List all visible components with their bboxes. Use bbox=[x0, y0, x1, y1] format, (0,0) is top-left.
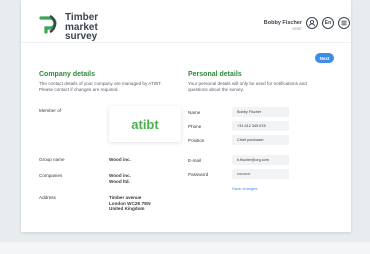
group-name-label: Group name bbox=[39, 157, 65, 162]
email-label: E-mail bbox=[188, 158, 202, 163]
main-card: Timber market survey Bobby Fischer ATIBT… bbox=[21, 0, 351, 232]
personal-details-title: Personal details bbox=[188, 71, 242, 78]
member-of-label: Member of bbox=[39, 108, 61, 113]
header-divider bbox=[21, 42, 351, 43]
user-company: ATIBT bbox=[292, 27, 302, 31]
phone-label: Phone bbox=[188, 124, 202, 129]
member-logo-text: atibt bbox=[131, 116, 159, 132]
personal-details-description: Your personal details will only be used … bbox=[188, 81, 307, 92]
company-item: Wood inc. bbox=[109, 173, 131, 178]
brand-name: Timber market survey bbox=[65, 13, 98, 42]
name-label: Name bbox=[188, 110, 201, 115]
address-label: Address bbox=[39, 195, 56, 200]
company-item: Wood ltd. bbox=[109, 178, 130, 184]
next-button[interactable]: Next bbox=[315, 53, 334, 63]
password-label: Password bbox=[188, 172, 209, 177]
footer-strip bbox=[0, 242, 370, 254]
address-line: United Kingdom bbox=[109, 206, 145, 211]
menu-icon[interactable] bbox=[338, 17, 350, 29]
language-button[interactable]: En bbox=[322, 17, 334, 29]
save-changes-link[interactable]: Save changes bbox=[232, 186, 257, 191]
brand-name-line3: survey bbox=[65, 31, 98, 42]
user-name: Bobby Fischer bbox=[263, 20, 302, 26]
member-logo: atibt bbox=[109, 106, 181, 142]
language-label: En bbox=[324, 20, 332, 26]
position-label: Position bbox=[188, 138, 205, 143]
user-avatar-icon[interactable] bbox=[306, 17, 318, 29]
address-value: Timber avenue London WC2E 7EN United Kin… bbox=[109, 195, 151, 212]
phone-field[interactable]: +31 612 345 678 bbox=[232, 121, 289, 131]
company-details-description: The contact details of your company are … bbox=[39, 81, 162, 92]
password-field[interactable]: •••••••••• bbox=[232, 169, 289, 179]
companies-value: Wood inc. Wood ltd. bbox=[109, 173, 131, 184]
company-details-title: Company details bbox=[39, 71, 96, 78]
email-field[interactable]: b.fischer@org.com bbox=[232, 155, 289, 165]
companies-label: Companies bbox=[39, 173, 63, 178]
group-name-value: Wood inc. bbox=[109, 157, 131, 162]
position-field[interactable]: Chief purchaser bbox=[232, 135, 289, 145]
name-field[interactable]: Bobby Fischer bbox=[232, 107, 289, 117]
brand-logo-icon bbox=[37, 14, 63, 39]
